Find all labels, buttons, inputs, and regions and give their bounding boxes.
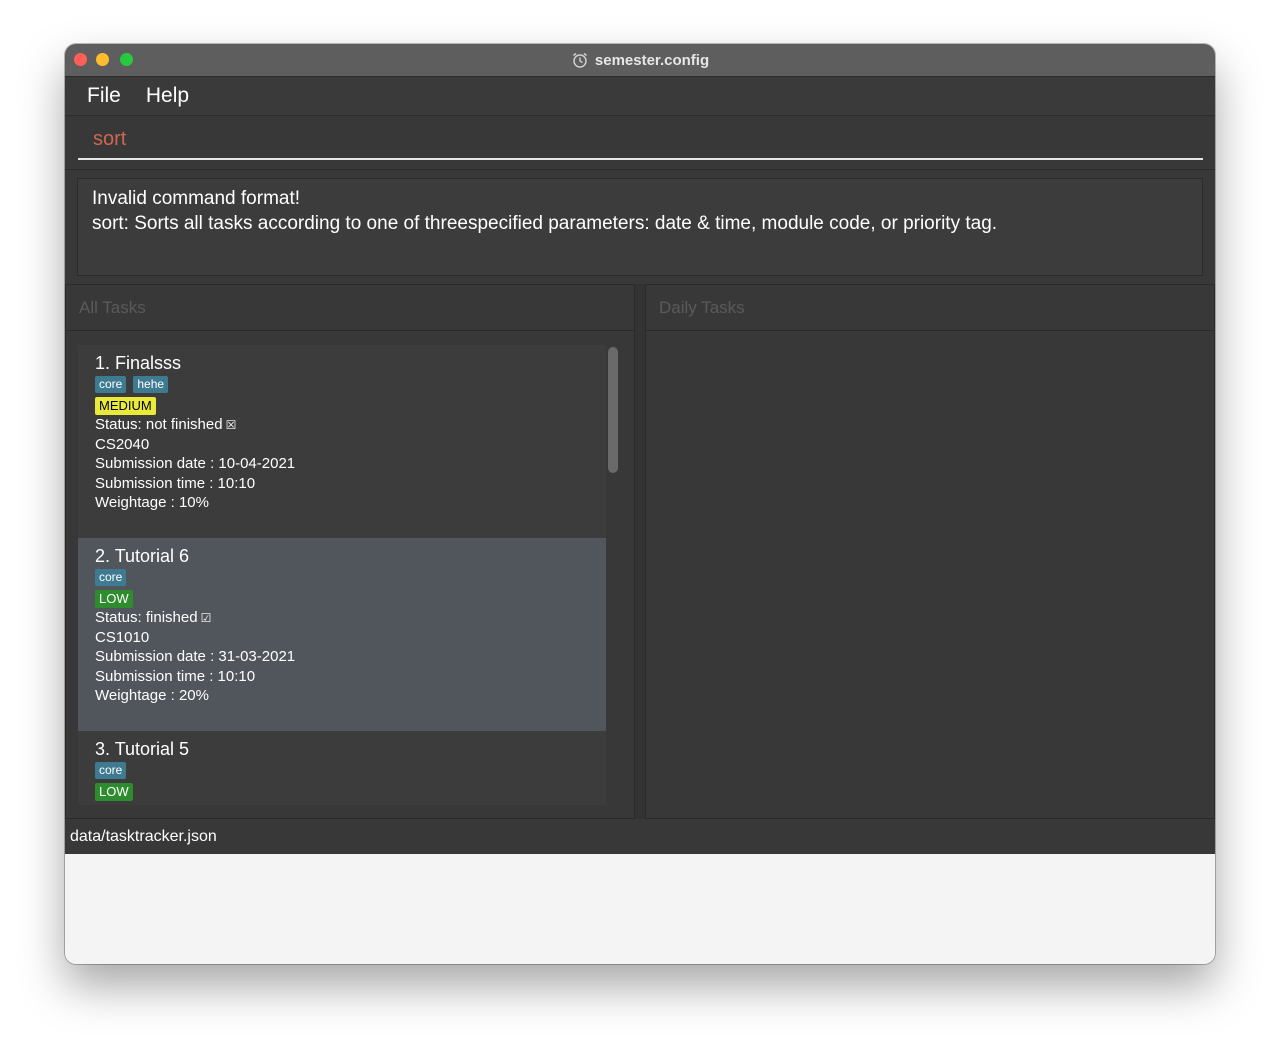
result-display-area: Invalid command format! sort: Sorts all …	[65, 170, 1215, 284]
title-bar[interactable]: semester.config	[65, 44, 1215, 77]
task-status-text: Status: not finished	[95, 416, 223, 433]
all-tasks-header: All Tasks	[66, 285, 634, 331]
all-tasks-body: 1. Finalsss core hehe MEDIUM Status: not…	[66, 333, 634, 818]
task-card[interactable]: 1. Finalsss core hehe MEDIUM Status: not…	[78, 345, 606, 538]
daily-task-list[interactable]	[646, 333, 1214, 818]
all-tasks-panel: All Tasks 1. Finalsss core hehe MEDIUM S…	[65, 284, 635, 819]
task-tags: core	[95, 569, 589, 588]
menu-help[interactable]: Help	[144, 84, 191, 108]
task-tags: core	[95, 762, 589, 781]
daily-tasks-panel: Daily Tasks	[645, 284, 1215, 819]
alarm-clock-icon	[572, 52, 587, 68]
tag-label: hehe	[133, 376, 169, 393]
priority-badge: LOW	[95, 783, 133, 801]
task-tags: core hehe	[95, 376, 589, 395]
command-box	[65, 116, 1215, 170]
task-card-selected[interactable]: 2. Tutorial 6 core LOW Status: finished ☑…	[78, 538, 606, 731]
task-title: 3. Tutorial 5	[95, 739, 190, 759]
task-module: CS1010	[95, 628, 150, 646]
tag-label: core	[95, 762, 127, 779]
result-display[interactable]: Invalid command format! sort: Sorts all …	[77, 178, 1203, 276]
menu-file[interactable]: File	[85, 84, 123, 108]
task-weightage: Weightage : 20%	[95, 687, 209, 705]
status-bar: data/tasktracker.json	[65, 819, 1215, 854]
menu-bar: File Help	[65, 77, 1215, 116]
daily-tasks-header: Daily Tasks	[646, 285, 1214, 331]
window-title: semester.config	[594, 51, 710, 69]
checked-box-icon: ☑	[200, 611, 212, 625]
empty-area	[65, 854, 1215, 964]
task-status-text: Status: finished	[95, 609, 198, 626]
task-date: Submission date : 10-04-2021	[95, 455, 296, 473]
data-file-path: data/tasktracker.json	[70, 827, 217, 845]
result-line-2: sort: Sorts all tasks according to one o…	[92, 213, 998, 234]
window-title-wrap: semester.config	[65, 44, 1215, 76]
task-module: CS2040	[95, 435, 150, 453]
task-list-scrollbar[interactable]	[608, 347, 618, 473]
task-title: 2. Tutorial 6	[95, 546, 190, 566]
task-weightage: Weightage : 10%	[95, 494, 209, 512]
command-input[interactable]	[78, 120, 1203, 160]
task-panels: All Tasks 1. Finalsss core hehe MEDIUM S…	[65, 284, 1215, 819]
task-list[interactable]: 1. Finalsss core hehe MEDIUM Status: not…	[78, 345, 606, 805]
tag-label: core	[95, 376, 127, 393]
task-time: Submission time : 10:10	[95, 474, 256, 492]
unchecked-box-icon: ☒	[225, 418, 237, 432]
tag-label: core	[95, 569, 127, 586]
priority-badge: MEDIUM	[95, 397, 156, 415]
task-date: Submission date : 31-03-2021	[95, 648, 296, 666]
app-window: semester.config File Help Invalid comman…	[65, 44, 1215, 964]
priority-badge: LOW	[95, 590, 133, 608]
task-status: Status: not finished ☒	[95, 415, 589, 435]
task-time: Submission time : 10:10	[95, 667, 256, 685]
result-line-1: Invalid command format!	[92, 188, 301, 209]
task-card[interactable]: 3. Tutorial 5 core LOW	[78, 731, 606, 805]
task-status: Status: finished ☑	[95, 608, 589, 628]
task-title: 1. Finalsss	[95, 353, 182, 373]
